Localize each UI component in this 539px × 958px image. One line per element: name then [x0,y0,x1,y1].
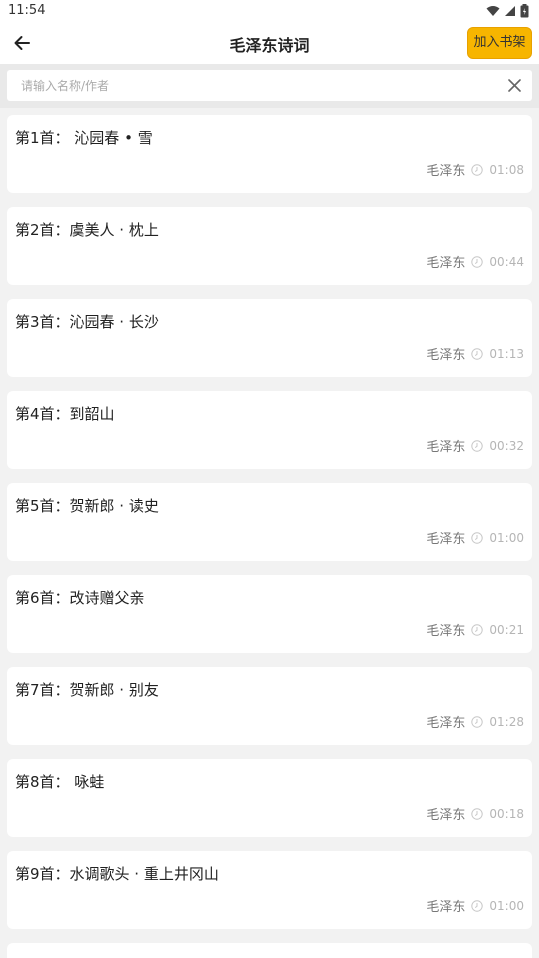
poem-title: 第1首： 沁园春 • 雪 [15,129,153,147]
poem-meta: 毛泽东 00:18 [426,804,524,824]
clock-icon [471,807,484,820]
status-time: 11:54 [8,3,46,18]
poem-duration: 01:28 [489,714,524,729]
poem-title: 第4首：到韶山 [15,405,115,423]
list-item[interactable]: 第9首：水调歌头 · 重上井冈山 毛泽东 01:00 [7,851,532,929]
add-to-bookshelf-button[interactable]: 加入书架 [467,27,532,59]
poem-meta: 毛泽东 01:08 [426,160,524,180]
poem-author: 毛泽东 [426,716,466,731]
list-item[interactable]: 第2首：虞美人 · 枕上 毛泽东 00:44 [7,207,532,285]
poem-meta: 毛泽东 00:32 [426,436,524,456]
poem-title: 第2首：虞美人 · 枕上 [15,221,159,239]
poem-meta: 毛泽东 00:44 [426,252,524,272]
poem-title: 第5首：贺新郎 · 读史 [15,497,159,515]
clock-icon [471,347,484,360]
poem-author: 毛泽东 [426,440,466,455]
poem-title: 第7首：贺新郎 · 别友 [15,681,159,699]
page-title: 毛泽东诗词 [229,36,310,55]
clock-icon [471,899,484,912]
poem-author: 毛泽东 [426,348,466,363]
wifi-icon [486,6,500,16]
poem-duration: 01:08 [489,162,524,177]
clock-icon [471,531,484,544]
poem-meta: 毛泽东 01:00 [426,896,524,916]
poem-title: 第3首：沁园春 · 长沙 [15,313,159,331]
list-item[interactable]: 第5首：贺新郎 · 读史 毛泽东 01:00 [7,483,532,561]
signal-icon [505,6,515,16]
poem-author: 毛泽东 [426,624,466,639]
poem-duration: 00:44 [489,254,524,269]
poem-title: 第9首：水调歌头 · 重上井冈山 [15,865,219,883]
search-input[interactable] [21,77,491,95]
clock-icon [471,623,484,636]
poem-title: 第6首：改诗赠父亲 [15,589,145,607]
poem-meta: 毛泽东 00:21 [426,620,524,640]
poem-duration: 01:00 [489,898,524,913]
poem-duration: 01:13 [489,346,524,361]
poem-list: 第1首： 沁园春 • 雪 毛泽东 01:08 第2首：虞美人 · 枕上 毛泽东 … [7,115,532,958]
battery-icon [520,4,529,18]
poem-duration: 00:32 [489,438,524,453]
poem-duration: 00:18 [489,806,524,821]
poem-duration: 00:21 [489,622,524,637]
clock-icon [471,255,484,268]
app-header: 毛泽东诗词 加入书架 [0,22,539,64]
poem-author: 毛泽东 [426,164,466,179]
poem-author: 毛泽东 [426,808,466,823]
list-item[interactable]: 第1首： 沁园春 • 雪 毛泽东 01:08 [7,115,532,193]
poem-duration: 01:00 [489,530,524,545]
list-item[interactable] [7,943,532,958]
poem-author: 毛泽东 [426,532,466,547]
list-item[interactable]: 第8首： 咏蛙 毛泽东 00:18 [7,759,532,837]
close-icon[interactable] [507,78,522,93]
poem-meta: 毛泽东 01:28 [426,712,524,732]
poem-author: 毛泽东 [426,256,466,271]
list-item[interactable]: 第4首：到韶山 毛泽东 00:32 [7,391,532,469]
poem-author: 毛泽东 [426,900,466,915]
list-item[interactable]: 第6首：改诗赠父亲 毛泽东 00:21 [7,575,532,653]
search-bar [0,64,539,108]
search-box [7,70,532,101]
clock-icon [471,715,484,728]
status-icons [486,3,529,19]
poem-meta: 毛泽东 01:00 [426,528,524,548]
list-item[interactable]: 第7首：贺新郎 · 别友 毛泽东 01:28 [7,667,532,745]
clock-icon [471,439,484,452]
poem-title: 第8首： 咏蛙 [15,773,105,791]
clock-icon [471,163,484,176]
status-bar: 11:54 [0,0,539,22]
list-item[interactable]: 第3首：沁园春 · 长沙 毛泽东 01:13 [7,299,532,377]
poem-meta: 毛泽东 01:13 [426,344,524,364]
